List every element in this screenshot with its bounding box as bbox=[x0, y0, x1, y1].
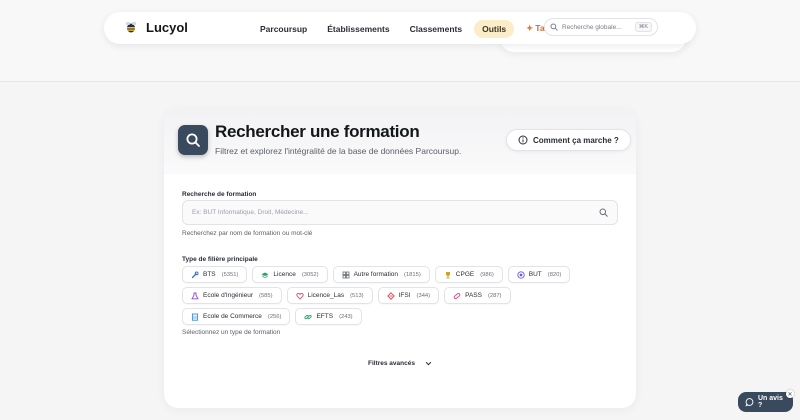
filiere-chip[interactable]: EFTS (243) bbox=[295, 308, 362, 325]
filiere-chip[interactable]: Ecole d'Ingénieur (585) bbox=[182, 287, 282, 304]
feedback-button[interactable]: Un avis ? bbox=[738, 392, 793, 412]
how-it-works-label: Comment ça marche ? bbox=[533, 135, 619, 145]
chevron-down-icon bbox=[425, 361, 432, 366]
filiere-chip-label: BTS bbox=[203, 271, 216, 278]
filiere-chip-label: Ecole d'Ingénieur bbox=[203, 292, 254, 299]
sparkle-icon: ✦ bbox=[526, 23, 534, 33]
filiere-chip[interactable]: BUT (820) bbox=[507, 266, 571, 283]
filiere-chip-label: PASS bbox=[465, 292, 482, 299]
filiere-chip-count: (585) bbox=[259, 292, 273, 299]
filiere-chip[interactable]: BTS (5351) bbox=[182, 266, 248, 283]
info-icon bbox=[518, 135, 528, 145]
filiere-chip-count: (820) bbox=[547, 271, 562, 278]
filiere-chip[interactable]: IFSI (344) bbox=[377, 287, 440, 304]
target-icon bbox=[517, 270, 525, 279]
filiere-chip-label: Ecole de Commerce bbox=[203, 313, 262, 320]
nav-etablissements[interactable]: Établissements bbox=[319, 20, 397, 38]
graduation-cap-icon bbox=[261, 271, 269, 279]
navbar: Lucyol Parcoursup Établissements Classem… bbox=[104, 12, 696, 44]
search-formation-card: Rechercher une formation Filtrez et expl… bbox=[164, 108, 636, 408]
logo[interactable]: Lucyol bbox=[122, 18, 188, 36]
filiere-chip-label: Licence bbox=[273, 271, 296, 278]
global-search-placeholder: Recherche globale... bbox=[562, 23, 622, 31]
filiere-chip-count: (243) bbox=[339, 313, 353, 320]
filiere-label: Type de filière principale bbox=[182, 256, 258, 263]
flask-icon bbox=[191, 292, 199, 300]
advanced-filters-toggle[interactable]: Filtres avancés bbox=[368, 360, 432, 367]
pill-icon bbox=[453, 292, 461, 300]
search-label: Recherche de formation bbox=[182, 191, 257, 198]
filiere-chip[interactable]: PASS (287) bbox=[444, 287, 511, 304]
filiere-chip-label: BUT bbox=[528, 271, 542, 278]
search-hint: Recherchez par nom de formation ou mot-c… bbox=[182, 230, 313, 237]
feedback-label: Un avis ? bbox=[758, 395, 783, 409]
global-search[interactable]: Recherche globale... ⌘K bbox=[544, 18, 658, 36]
logo-text: Lucyol bbox=[146, 19, 188, 35]
filiere-chip[interactable]: Licence_Las (513) bbox=[286, 287, 373, 304]
heart-icon bbox=[295, 292, 304, 300]
filiere-chip[interactable]: CPGE (986) bbox=[434, 266, 503, 283]
chat-bubble-icon bbox=[745, 398, 754, 407]
filiere-chip-list: BTS (5351) Licence (3052) Autre formation (18… bbox=[182, 266, 622, 325]
filiere-chip-label: EFTS bbox=[316, 313, 334, 320]
wrench-icon bbox=[191, 271, 199, 279]
page-title: Rechercher une formation bbox=[215, 122, 420, 141]
link-icon bbox=[304, 313, 313, 321]
nav-parcoursup[interactable]: Parcoursup bbox=[252, 20, 315, 38]
filiere-chip-count: (5351) bbox=[221, 271, 239, 278]
shortcut-badge: ⌘K bbox=[634, 22, 652, 32]
advanced-filters-label: Filtres avancés bbox=[368, 360, 415, 367]
filiere-chip-count: (3052) bbox=[301, 271, 319, 278]
nav-outils[interactable]: Outils bbox=[474, 19, 515, 38]
filiere-chip-count: (1815) bbox=[404, 271, 421, 278]
page-subtitle: Filtrez et explorez l'intégralité de la … bbox=[215, 146, 462, 156]
search-icon bbox=[550, 23, 558, 31]
filiere-chip-label: IFSI bbox=[398, 292, 411, 299]
filiere-chip-count: (344) bbox=[416, 292, 431, 299]
close-icon[interactable]: ✕ bbox=[786, 390, 794, 398]
filiere-chip-label: Licence_Las bbox=[307, 292, 345, 299]
building-icon bbox=[191, 313, 199, 321]
logo-icon bbox=[122, 18, 140, 36]
filiere-chip-count: (513) bbox=[350, 292, 364, 299]
how-it-works-button[interactable]: Comment ça marche ? bbox=[506, 129, 631, 151]
filiere-chip-count: (986) bbox=[480, 271, 494, 278]
search-icon bbox=[178, 125, 208, 155]
trophy-icon bbox=[444, 271, 452, 279]
filiere-chip[interactable]: Licence (3052) bbox=[252, 266, 328, 283]
formation-search-field[interactable] bbox=[182, 200, 618, 225]
filiere-chip-label: Autre formation bbox=[353, 271, 399, 278]
nav-classements[interactable]: Classements bbox=[402, 20, 470, 38]
filiere-chip-label: CPGE bbox=[455, 271, 475, 278]
filiere-chip-count: (287) bbox=[487, 292, 502, 299]
grid-icon bbox=[342, 271, 350, 279]
filiere-chip[interactable]: Autre formation (1815) bbox=[332, 266, 430, 283]
filiere-chip[interactable]: Ecole de Commerce (256) bbox=[182, 308, 291, 325]
formation-search-input[interactable] bbox=[192, 209, 599, 216]
search-icon bbox=[599, 208, 608, 217]
filiere-hint: Sélectionnez un type de formation bbox=[182, 329, 281, 336]
filiere-chip-count: (256) bbox=[267, 313, 282, 320]
nav-links: Parcoursup Établissements Classements Ou… bbox=[252, 19, 566, 38]
diamond-icon bbox=[386, 291, 395, 300]
